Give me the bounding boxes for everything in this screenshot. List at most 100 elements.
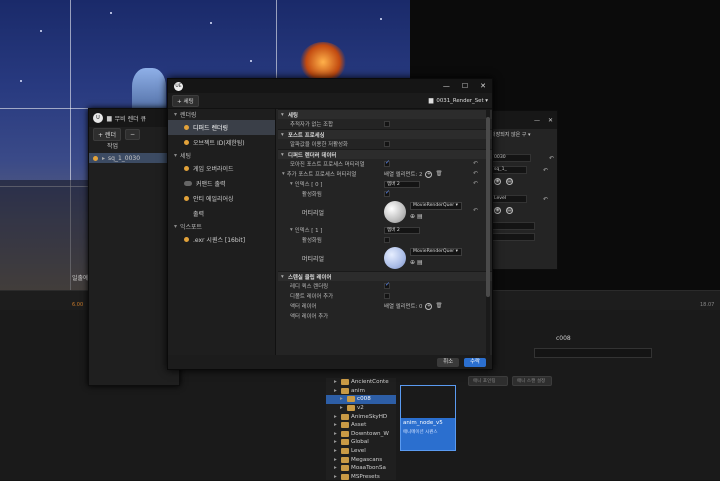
reset-icon[interactable]: ↶ [543, 196, 548, 203]
use-selected-icon[interactable]: ⊕ [410, 259, 415, 266]
folder-item[interactable]: ▸ Megascans [326, 455, 396, 464]
property-row: 디폴트 레이어 추가 [278, 291, 492, 301]
folder-item[interactable]: ▸ MoaaToonSa [326, 464, 396, 473]
section-header[interactable]: ▾ 세팅 [278, 109, 492, 119]
reset-icon[interactable]: ↶ [473, 160, 478, 167]
sidebar-item[interactable]: 커맨드 출력 [168, 176, 275, 191]
members-dropdown[interactable]: 멤버 2 [384, 227, 420, 234]
settings-titlebar[interactable]: — ✕ [489, 111, 557, 129]
folder-icon[interactable]: ▤ [506, 178, 513, 185]
remove-button[interactable]: − [124, 128, 141, 140]
maximize-icon[interactable]: ☐ [462, 82, 468, 90]
browse-folder-icon[interactable]: ▤ [417, 259, 423, 266]
folder-item[interactable]: ▸ Level [326, 447, 396, 456]
reset-icon[interactable]: ↶ [543, 167, 548, 174]
settings-field[interactable]: 0030 [491, 154, 531, 162]
folder-item[interactable]: ▸ AnimeSkyHD [326, 412, 396, 421]
expand-arrow-icon: ▸ [102, 154, 106, 162]
use-selected-icon[interactable]: ⊕ [410, 213, 415, 220]
toggle-icon[interactable] [184, 181, 192, 186]
sidebar-item[interactable]: 안티 에일리어싱 [168, 191, 275, 206]
material-row: 머티리얼 MovieRenderQuer ▾ ⊕ ▤ ↶ [278, 199, 492, 225]
folder-icon [341, 465, 349, 472]
checkbox[interactable] [384, 121, 390, 127]
checkbox[interactable] [384, 159, 390, 167]
collapse-arrow-icon: ▾ [281, 273, 284, 280]
status-dot-icon[interactable] [184, 140, 189, 145]
browse-icon[interactable]: ◉ [494, 207, 501, 214]
minimize-icon[interactable]: — [443, 82, 450, 90]
folder-item[interactable]: ▸ v2 [326, 404, 396, 413]
browse-icon[interactable]: ◉ [494, 178, 501, 185]
folder-item[interactable]: ▸ anim [326, 387, 396, 396]
folder-icon[interactable]: ▤ [506, 207, 513, 214]
sidebar-category[interactable]: ▾ 렌더링 [168, 109, 275, 120]
sidebar-item[interactable]: 출력 [168, 206, 275, 221]
trash-icon[interactable]: 🗑 [435, 303, 442, 309]
members-dropdown[interactable]: 멤버 2 [384, 181, 420, 188]
add-setting-button[interactable]: + 세팅 [172, 94, 199, 107]
reset-icon[interactable]: ↶ [473, 170, 478, 177]
job-row[interactable]: ▸ sq_1_0030 [89, 153, 179, 163]
checkbox[interactable] [384, 293, 390, 299]
reset-icon[interactable]: ↶ [473, 207, 478, 214]
browse-folder-icon[interactable]: ▤ [417, 213, 423, 220]
cancel-button[interactable]: 취소 [437, 357, 460, 367]
asset-tile[interactable]: anim_node_v5 애니메이션 시퀀스 [400, 385, 456, 451]
star [40, 30, 42, 32]
settings-field[interactable]: sq_1_ [491, 166, 527, 174]
section-header[interactable]: ▾ 포스트 프로세싱 [278, 129, 492, 139]
reset-icon[interactable]: ↶ [549, 155, 554, 162]
sidebar-item[interactable]: 디퍼드 렌더링 [168, 120, 275, 135]
sidebar-item[interactable]: 오브젝트 ID(제한됨) [168, 135, 275, 150]
settings-sidebar: ▾ 렌더링 디퍼드 렌더링 오브젝트 ID(제한됨) ▾ 세팅 게임 오버라이드 커맨드 출력… [168, 109, 276, 355]
material-picker[interactable]: MovieRenderQuer ▾ [410, 248, 462, 256]
folder-item[interactable]: ▸ Global [326, 438, 396, 447]
job-column-header: 작업 [107, 143, 119, 150]
material-row: 머티리얼 MovieRenderQuer ▾ ⊕ ▤ [278, 245, 492, 271]
property-row: 활성화됨 [278, 189, 492, 199]
status-dot-icon[interactable] [184, 125, 189, 130]
section-header[interactable]: ▾ 스텐실 클립 레이어 [278, 271, 492, 281]
status-dot-icon[interactable] [184, 196, 189, 201]
folder-item[interactable]: ▸ Asset [326, 421, 396, 430]
preset-dropdown[interactable]: 0031_Render_Set ▾ [436, 98, 488, 104]
content-browser-tree[interactable]: ▸ AncientConte ▸ anim ▸ c008 ▸ v2 ▸ AnimeSkyHD ▸ As… [326, 378, 396, 480]
checkbox[interactable] [384, 281, 390, 289]
section-header[interactable]: ▾ 디퍼드 렌더러 데이터 [278, 149, 492, 159]
settings-field[interactable] [491, 233, 535, 241]
bottom-button-b[interactable]: 애니 스캔 설정 [512, 376, 552, 386]
bottom-dropdown[interactable] [534, 348, 652, 358]
material-picker[interactable]: MovieRenderQuer ▾ [410, 202, 462, 210]
status-dot-icon[interactable] [184, 166, 189, 171]
material-thumbnail [384, 201, 406, 223]
render-add-button[interactable]: + 렌더 [93, 127, 121, 141]
expand-arrow-icon: ▸ [334, 387, 337, 394]
details-scrollbar[interactable] [486, 109, 490, 355]
folder-item[interactable]: ▸ c008 [326, 395, 396, 404]
sidebar-category[interactable]: ▾ 세팅 [168, 150, 275, 161]
checkbox[interactable] [384, 141, 390, 147]
sidebar-item[interactable]: 게임 오버라이드 [168, 161, 275, 176]
add-element-icon[interactable]: + [425, 170, 433, 178]
checkbox[interactable] [384, 189, 390, 197]
close-icon[interactable]: ✕ [548, 117, 553, 124]
add-element-icon[interactable]: + [425, 302, 433, 310]
sidebar-category[interactable]: ▾ 익스포트 [168, 221, 275, 232]
reset-icon[interactable]: ↶ [473, 180, 478, 187]
sidebar-item[interactable]: .exr 시퀀스 [16bit] [168, 232, 275, 247]
minimize-icon[interactable]: — [534, 117, 540, 124]
close-icon[interactable]: ✕ [480, 82, 486, 90]
folder-item[interactable]: ▸ Downtown_W [326, 430, 396, 439]
mrq-titlebar[interactable]: U ▆ 무비 렌더 큐 [89, 109, 179, 127]
dialog-titlebar[interactable]: UE — ☐ ✕ [168, 79, 492, 93]
status-dot-icon[interactable] [184, 237, 189, 242]
trash-icon[interactable]: 🗑 [435, 171, 442, 177]
bottom-button-a[interactable]: 애니 포인팅 [468, 376, 508, 386]
checkbox[interactable] [384, 237, 390, 243]
expand-arrow-icon: ▸ [334, 473, 337, 480]
folder-item[interactable]: ▸ AncientConte [326, 378, 396, 387]
accept-button[interactable]: 수락 [464, 357, 486, 367]
settings-field[interactable]: Level [491, 195, 527, 203]
settings-field[interactable] [491, 222, 535, 230]
